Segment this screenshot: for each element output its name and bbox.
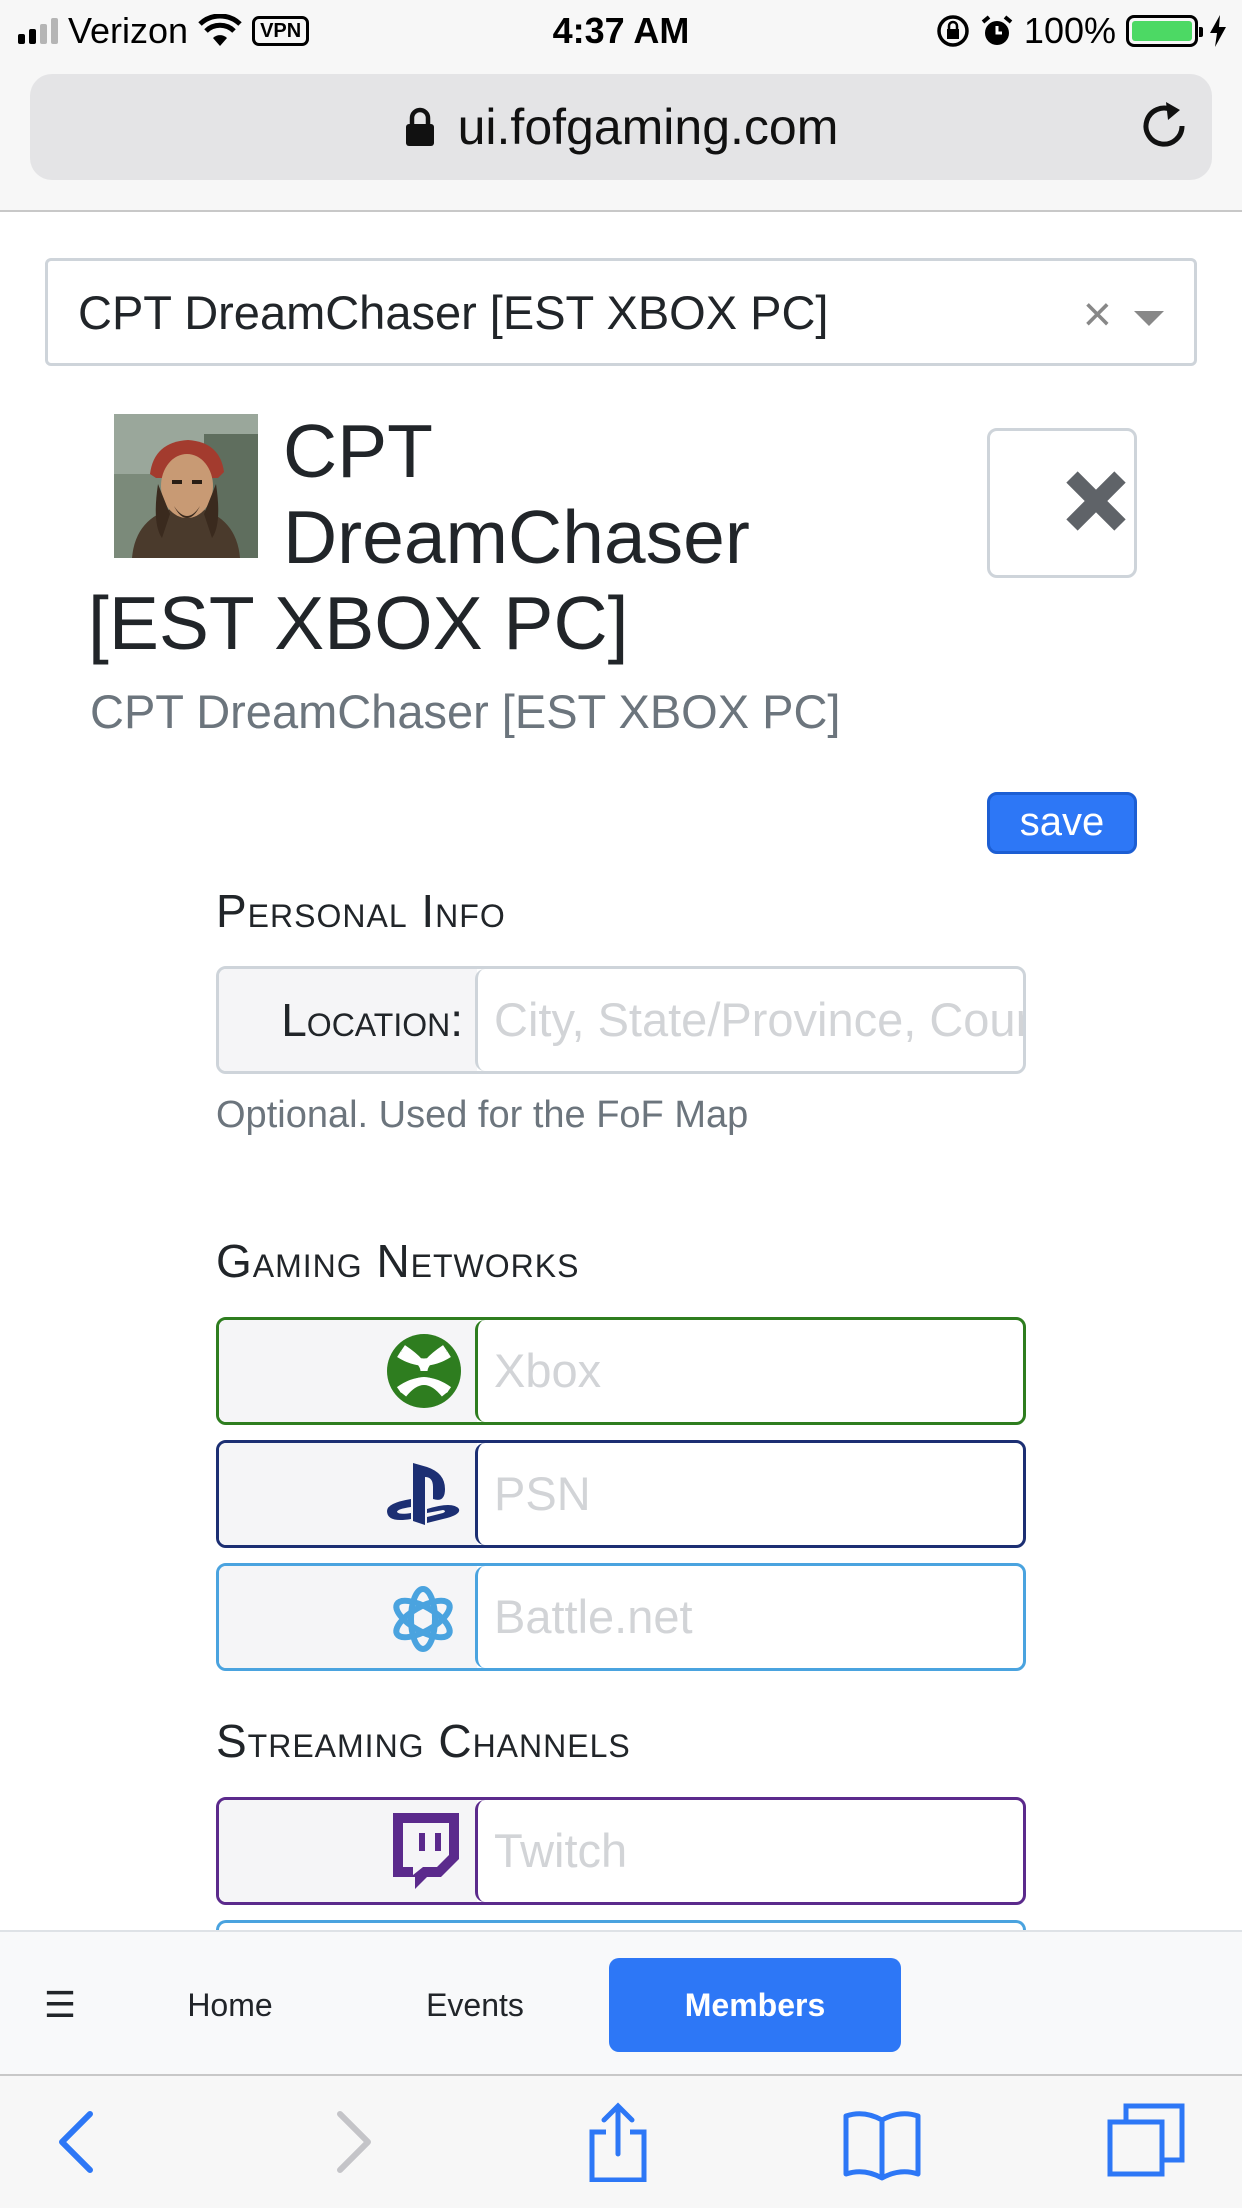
xbox-field-group: Xbox <box>216 1317 1026 1425</box>
save-button[interactable]: save <box>987 792 1137 854</box>
psn-label-box <box>219 1443 477 1545</box>
alarm-icon <box>981 15 1013 45</box>
close-button[interactable] <box>987 428 1137 578</box>
location-field-group: Location: City, State/Province, Country <box>216 966 1026 1074</box>
back-icon[interactable] <box>38 2102 118 2182</box>
nav-item-home[interactable]: Home <box>160 1958 300 2052</box>
xbox-input[interactable]: Xbox <box>475 1320 1023 1422</box>
close-icon <box>1066 471 1126 531</box>
page-subtitle: CPT DreamChaser [EST XBOX PC] <box>90 685 841 738</box>
nav-item-members[interactable]: Members <box>609 1958 901 2052</box>
app-bottom-nav: ☰ Home Events Members <box>0 1930 1242 2074</box>
menu-icon[interactable]: ☰ <box>40 1958 80 2052</box>
browser-bottom-toolbar <box>0 2074 1242 2208</box>
section-title-personal-info: Personal Info <box>216 885 506 937</box>
member-select[interactable]: CPT DreamChaser [EST XBOX PC] × <box>45 258 1197 366</box>
address-bar[interactable]: ui.fofgaming.com <box>30 74 1212 180</box>
twitch-field-group: Twitch <box>216 1797 1026 1905</box>
location-helper-text: Optional. Used for the FoF Map <box>216 1094 749 1136</box>
section-title-streaming-channels: Streaming Channels <box>216 1715 631 1767</box>
psn-field-group: PSN <box>216 1440 1026 1548</box>
battlenet-input[interactable]: Battle.net <box>475 1566 1023 1668</box>
charging-icon <box>1210 15 1226 47</box>
member-select-value: CPT DreamChaser [EST XBOX PC] <box>78 286 829 339</box>
battlenet-icon <box>393 1586 453 1652</box>
page-title-line: CPT <box>283 409 433 493</box>
xbox-icon <box>387 1334 461 1408</box>
twitch-label-box <box>219 1800 477 1902</box>
battery-percent: 100% <box>1023 10 1116 51</box>
url-text: ui.fofgaming.com <box>457 99 839 155</box>
playstation-icon <box>387 1463 460 1525</box>
status-bar: Verizon VPN 4:37 AM 100% <box>0 0 1242 62</box>
section-title-gaming-networks: Gaming Networks <box>216 1235 580 1287</box>
location-label-box: Location: <box>219 969 477 1071</box>
forward-icon[interactable] <box>312 2102 392 2182</box>
clear-select-icon[interactable]: × <box>1083 289 1112 339</box>
orientation-lock-icon <box>937 15 969 47</box>
psn-input[interactable]: PSN <box>475 1443 1023 1545</box>
twitch-icon <box>393 1813 459 1889</box>
page-title: CPT DreamChaser <box>283 408 803 580</box>
battlenet-label-box <box>219 1566 477 1668</box>
tabs-icon[interactable] <box>1106 2102 1186 2182</box>
reload-icon[interactable] <box>1138 100 1190 152</box>
share-icon[interactable] <box>578 2102 658 2182</box>
browser-toolbar: ui.fofgaming.com <box>0 62 1242 212</box>
battlenet-field-group: Battle.net <box>216 1563 1026 1671</box>
xbox-label-box <box>219 1320 477 1422</box>
page-title-line: DreamChaser <box>283 495 750 579</box>
chevron-down-icon[interactable] <box>1134 311 1164 326</box>
page-title-line: [EST XBOX PC] <box>88 581 629 665</box>
twitch-input[interactable]: Twitch <box>475 1800 1023 1902</box>
battery-icon <box>1126 15 1203 47</box>
avatar <box>114 414 258 558</box>
bookmarks-icon[interactable] <box>842 2102 922 2182</box>
nav-item-events[interactable]: Events <box>400 1958 550 2052</box>
location-label: Location: <box>281 994 463 1046</box>
location-input[interactable]: City, State/Province, Country <box>475 969 1023 1071</box>
lock-icon <box>405 107 434 146</box>
